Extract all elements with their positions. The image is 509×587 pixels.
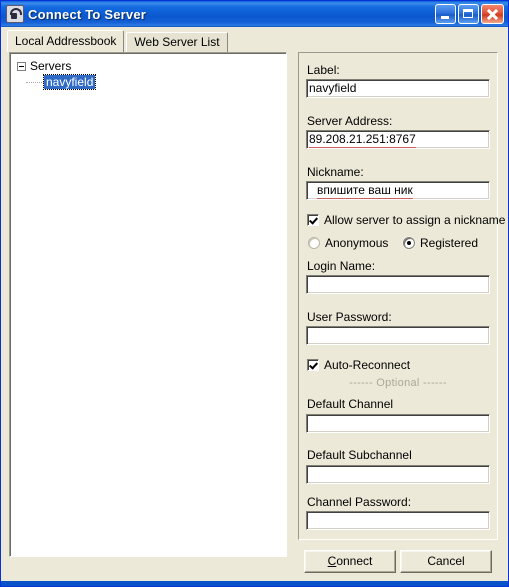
auto-reconnect-checkbox[interactable]: Auto-Reconnect [307,358,410,372]
radio-icon[interactable] [403,237,415,249]
registered-radio[interactable]: Registered [403,236,478,250]
server-address-input[interactable]: 89.208.21.251:8767 [306,130,490,149]
collapse-icon[interactable] [17,61,26,71]
anonymous-radio[interactable]: Anonymous [308,236,388,250]
nickname-caption: Nickname: [307,165,364,179]
nickname-input-value: впишите ваш ник [317,183,413,199]
server-address-input-value: 89.208.21.251:8767 [309,132,416,148]
checkbox-icon[interactable] [307,359,319,371]
maximize-button[interactable] [458,4,479,24]
allow-assign-nickname-label: Allow server to assign a nickname [324,213,506,227]
window-controls [435,4,504,24]
tab-web-server-list[interactable]: Web Server List [126,32,228,52]
channel-password-caption: Channel Password: [307,495,412,509]
label-input[interactable]: navyfield [306,79,490,98]
window-bottom-edge [1,581,508,586]
server-address-caption: Server Address: [307,114,393,128]
default-channel-input[interactable] [306,414,490,433]
default-subchannel-caption: Default Subchannel [307,448,412,462]
tree-item-navyfield[interactable]: navyfield [26,74,286,90]
user-password-caption: User Password: [307,310,392,324]
connect-button-accel: C [327,554,337,568]
app-icon [6,5,24,23]
label-caption: Label: [307,63,340,77]
checkbox-icon[interactable] [307,214,319,226]
nickname-input[interactable]: впишите ваш ник [306,181,490,200]
login-name-caption: Login Name: [307,259,376,273]
tree-item-label[interactable]: navyfield [42,74,97,90]
default-channel-caption: Default Channel [307,397,394,411]
default-subchannel-input[interactable] [306,465,490,484]
tab-strip: Local Addressbook Web Server List [7,30,504,52]
tree-root-servers[interactable]: Servers [17,58,286,74]
label-input-value: navyfield [309,81,357,95]
anonymous-label: Anonymous [325,236,389,250]
optional-separator: ------ Optional ------ [349,377,447,389]
tree-root-label: Servers [30,59,72,73]
cancel-button[interactable]: Cancel [400,550,492,573]
title-bar: Connect To Server [1,1,508,27]
radio-icon[interactable] [308,237,320,249]
tree-connector-line [26,81,44,83]
server-details-panel: Label: navyfield Server Address: 89.208.… [298,52,505,540]
registered-label: Registered [420,236,479,250]
allow-assign-nickname-checkbox[interactable]: Allow server to assign a nickname [307,213,505,227]
close-icon[interactable] [481,4,504,24]
window-title: Connect To Server [28,6,147,22]
tab-local-addressbook[interactable]: Local Addressbook [7,30,125,52]
connect-button[interactable]: Connect [304,550,396,573]
login-name-input[interactable] [306,275,490,294]
connect-to-server-dialog: Connect To Server Local Addressbook Web … [0,0,509,587]
channel-password-input[interactable] [306,511,490,530]
minimize-button[interactable] [435,4,456,24]
user-password-input[interactable] [306,326,490,345]
server-tree-panel[interactable]: Servers navyfield [9,52,287,557]
auto-reconnect-label: Auto-Reconnect [324,358,411,372]
connect-button-label: onnect [336,554,373,568]
